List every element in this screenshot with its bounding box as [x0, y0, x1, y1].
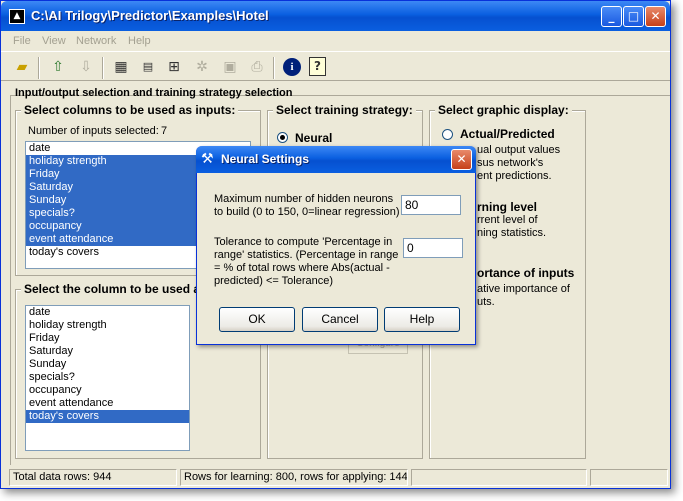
actual-desc-1: ual output values [477, 144, 561, 156]
book-icon[interactable]: ⊞ [163, 56, 185, 78]
learning-level-label: rning level [477, 200, 538, 214]
wrench-icon: ⚒ [201, 151, 214, 167]
actual-desc-2: sus network's [477, 157, 544, 169]
open-folder-icon[interactable]: ▰ [11, 56, 33, 78]
maximize-button[interactable]: □ [623, 6, 644, 27]
importance-desc-1: ative importance of [477, 283, 570, 295]
ok-button[interactable]: OK [219, 307, 295, 332]
status-cell-3 [411, 469, 587, 486]
neural-radio[interactable] [277, 132, 288, 143]
minimize-button[interactable]: _ [601, 6, 622, 27]
help-icon[interactable]: ? [309, 57, 326, 76]
list-item[interactable]: Sunday [26, 358, 189, 371]
help-button[interactable]: Help [384, 307, 460, 332]
list-item[interactable]: specials? [26, 371, 189, 384]
toolbar: ▰ ⇧ ⇩ ▦ ▤ ⊞ ✲ ▣ ⎙ i ? [1, 51, 670, 81]
strategy-group-title: Select training strategy: [273, 103, 416, 117]
upload-icon[interactable]: ⇧ [47, 56, 69, 78]
actual-predicted-radio[interactable] [442, 129, 453, 140]
output-list[interactable]: date holiday strength Friday Saturday Su… [25, 305, 190, 451]
tolerance-label-line: Tolerance to compute 'Percentage in [214, 236, 393, 248]
tolerance-field[interactable]: 0 [403, 238, 463, 258]
train-icon[interactable]: ▤ [137, 56, 159, 78]
print-icon[interactable]: ⎙ [246, 56, 268, 78]
section-title: Input/output selection and training stra… [15, 87, 293, 99]
tolerance-label-line: range' statistics. (Percentage in range [214, 249, 399, 261]
toolbar-separator [38, 57, 40, 79]
dialog-title-bar[interactable]: ⚒ Neural Settings ✕ [196, 146, 476, 173]
dialog-title: Neural Settings [221, 152, 310, 166]
list-item[interactable]: today's covers [26, 410, 189, 423]
inputs-count-value: 7 [161, 125, 168, 137]
output-group-title: Select the column to be used a [21, 282, 204, 296]
menu-help[interactable]: Help [128, 35, 151, 47]
menu-network[interactable]: Network [76, 35, 116, 47]
info-icon[interactable]: i [283, 58, 301, 76]
menu-bar: File View Network Help [1, 31, 670, 51]
hidden-neurons-label: Maximum number of hidden neurons to buil… [214, 193, 400, 219]
tolerance-label-line: = % of total rows where Abs(actual - [214, 262, 390, 274]
learning-desc-1: rrent level of [477, 214, 538, 226]
hidden-neurons-label-line: to build (0 to 150, 0=linear regression) [214, 206, 400, 218]
list-item[interactable]: Friday [26, 332, 189, 345]
actual-predicted-label: Actual/Predicted [460, 127, 555, 141]
menu-view[interactable]: View [42, 35, 66, 47]
dialog-close-button[interactable]: ✕ [451, 149, 472, 170]
importance-desc-2: uts. [477, 296, 495, 308]
save-icon[interactable]: ▣ [219, 56, 241, 78]
table-icon[interactable]: ▦ [110, 56, 132, 78]
list-item[interactable]: occupancy [26, 384, 189, 397]
app-icon[interactable]: ▲ [9, 9, 25, 24]
close-button[interactable]: ✕ [645, 6, 666, 27]
status-bar: Total data rows: 944 Rows for learning: … [1, 467, 670, 488]
tolerance-label-line: predicted) <= Tolerance) [214, 275, 334, 287]
status-rows-split: Rows for learning: 800, rows for applyin… [180, 469, 408, 486]
menu-file[interactable]: File [13, 35, 31, 47]
list-item[interactable]: holiday strength [26, 319, 189, 332]
toolbar-separator [273, 57, 275, 79]
download-icon[interactable]: ⇩ [75, 56, 97, 78]
neural-settings-dialog: ⚒ Neural Settings ✕ Maximum number of hi… [196, 146, 476, 345]
cancel-button[interactable]: Cancel [302, 307, 378, 332]
list-item[interactable]: date [26, 306, 189, 319]
tolerance-label: Tolerance to compute 'Percentage in rang… [214, 236, 398, 288]
status-total-rows: Total data rows: 944 [9, 469, 177, 486]
neural-label: Neural [295, 131, 333, 145]
toolbar-separator [102, 57, 104, 79]
actual-desc-3: ent predictions. [477, 170, 552, 182]
list-item[interactable]: Saturday [26, 345, 189, 358]
window-title: C:\AI Trilogy\Predictor\Examples\Hotel [31, 8, 269, 23]
status-cell-4 [590, 469, 668, 486]
inputs-count-label: Number of inputs selected: [28, 125, 159, 137]
inputs-group-title: Select columns to be used as inputs: [21, 103, 239, 117]
title-bar[interactable]: ▲ C:\AI Trilogy\Predictor\Examples\Hotel… [1, 1, 670, 31]
network-icon[interactable]: ✲ [191, 56, 213, 78]
list-item[interactable]: event attendance [26, 397, 189, 410]
learning-desc-2: ning statistics. [477, 227, 547, 239]
hidden-neurons-label-line: Maximum number of hidden neurons [214, 193, 394, 205]
importance-label: ortance of inputs [477, 266, 575, 280]
hidden-neurons-field[interactable]: 80 [401, 195, 461, 215]
graphic-group-title: Select graphic display: [435, 103, 572, 117]
